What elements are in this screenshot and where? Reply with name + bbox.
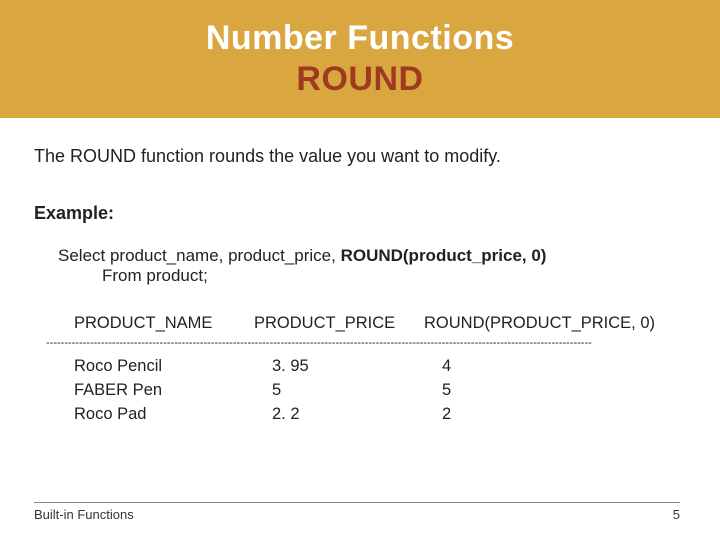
cell-name: Roco Pad (74, 403, 254, 427)
table-header: PRODUCT_NAME PRODUCT_PRICE ROUND(PRODUCT… (74, 314, 686, 333)
query-line-2: From product; (102, 266, 686, 286)
table-divider: ----------------------------------------… (46, 337, 696, 349)
cell-price: 5 (254, 379, 424, 403)
cell-price: 3. 95 (254, 355, 424, 379)
cell-round: 4 (424, 355, 684, 379)
table-row: Roco Pad 2. 2 2 (74, 403, 686, 427)
slide-footer: Built-in Functions 5 (34, 502, 680, 522)
title-banner: Number Functions ROUND (0, 0, 720, 118)
cell-name: Roco Pencil (74, 355, 254, 379)
query-line-1: Select product_name, product_price, ROUN… (58, 246, 686, 266)
table-row: Roco Pencil 3. 95 4 (74, 355, 686, 379)
slide-title-line1: Number Functions (206, 19, 514, 58)
slide-title-line2: ROUND (296, 60, 423, 99)
cell-round: 2 (424, 403, 684, 427)
description-text: The ROUND function rounds the value you … (34, 146, 686, 167)
example-label: Example: (34, 203, 686, 224)
col-header-name: PRODUCT_NAME (74, 314, 254, 333)
table-body: Roco Pencil 3. 95 4 FABER Pen 5 5 Roco P… (74, 355, 686, 427)
query-line-1-bold: ROUND(product_price, 0) (341, 246, 547, 265)
table-row: FABER Pen 5 5 (74, 379, 686, 403)
query-line-1-pre: Select product_name, product_price, (58, 246, 341, 265)
col-header-price: PRODUCT_PRICE (254, 314, 424, 333)
cell-price: 2. 2 (254, 403, 424, 427)
slide-body: The ROUND function rounds the value you … (0, 118, 720, 427)
sql-query: Select product_name, product_price, ROUN… (58, 246, 686, 286)
col-header-round: ROUND(PRODUCT_PRICE, 0) (424, 314, 684, 333)
slide-number: 5 (673, 507, 680, 522)
result-table: PRODUCT_NAME PRODUCT_PRICE ROUND(PRODUCT… (74, 314, 686, 427)
slide: Number Functions ROUND The ROUND functio… (0, 0, 720, 540)
cell-name: FABER Pen (74, 379, 254, 403)
cell-round: 5 (424, 379, 684, 403)
footer-left: Built-in Functions (34, 507, 134, 522)
